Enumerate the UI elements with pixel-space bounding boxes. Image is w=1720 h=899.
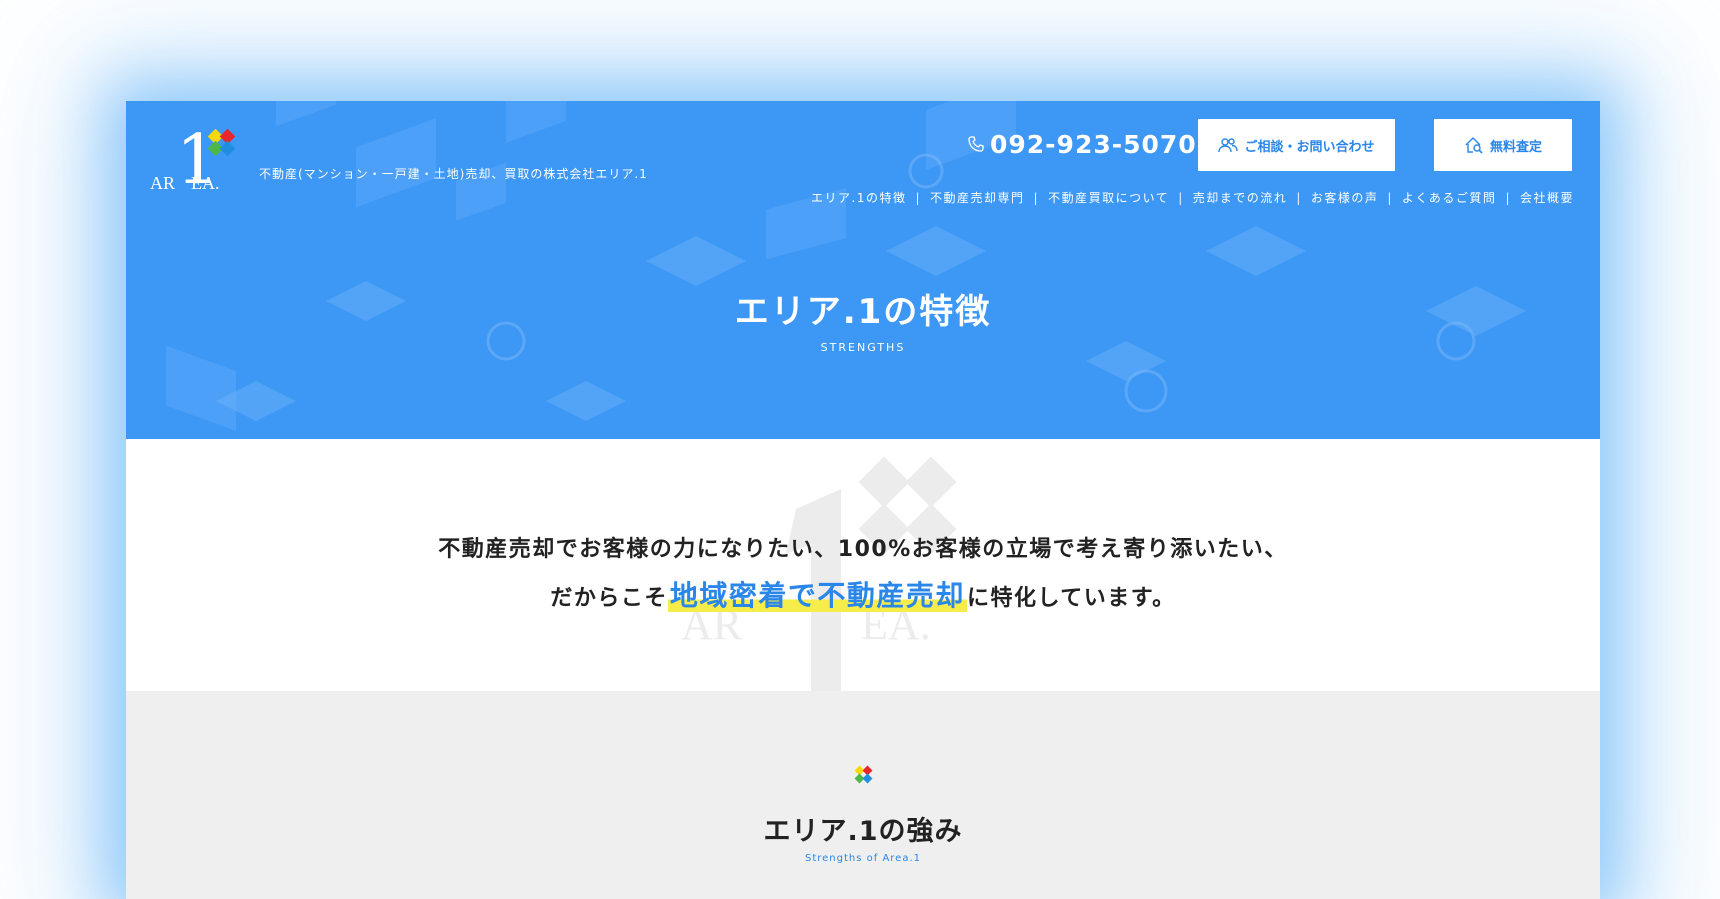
nav-item-faq[interactable]: よくあるご質問 — [1402, 189, 1497, 206]
company-logo[interactable]: 1 AR EA. — [150, 127, 240, 211]
strengths-section: エリア.1の強み Strengths of Area.1 — [126, 691, 1600, 899]
hero-header: 1 AR EA. 不動産(マンション・一戸建・土地)売却、買取の株式会社エリア.… — [126, 101, 1600, 439]
logo-watermark: AR EA. — [681, 456, 957, 691]
nav-separator: | — [1387, 190, 1393, 205]
nav-separator: | — [1033, 190, 1040, 205]
nav-separator: | — [915, 190, 922, 205]
nav-item-company[interactable]: 会社概要 — [1520, 189, 1574, 206]
contact-button-label: ご相談・お問い合わせ — [1244, 139, 1375, 155]
intro-line-2-prefix: だからこそ — [550, 586, 668, 611]
nav-item-features[interactable]: エリア.1の特徴 — [811, 189, 906, 206]
nav-separator: | — [1505, 190, 1511, 205]
strengths-subtitle: Strengths of Area.1 — [804, 853, 922, 864]
nav-item-sales-specialist[interactable]: 不動産売却専門 — [930, 189, 1025, 206]
intro-line-2: だからこそ地域密着で不動産売却に特化しています。 — [126, 574, 1600, 614]
phone-number[interactable]: 092-923-5070 — [968, 129, 1197, 159]
logo-text-right: EA. — [191, 173, 220, 193]
site-tagline: 不動産(マンション・一戸建・土地)売却、買取の株式会社エリア.1 — [259, 167, 648, 181]
nav-separator: | — [1296, 190, 1302, 205]
nav-separator: | — [1178, 190, 1184, 205]
intro-line-1: 不動産売却でお客様の力になりたい、100%お客様の立場で考え寄り添いたい、 — [438, 537, 1288, 562]
people-icon — [1218, 138, 1239, 153]
intro-section: AR EA. 不動産売却でお客様の力になりたい、100%お客様の立場で考え寄り添… — [126, 439, 1600, 691]
contact-button[interactable]: ご相談・お問い合わせ — [1198, 119, 1395, 171]
page-subtitle: STRENGTHS — [820, 341, 906, 354]
page-frame: 1 AR EA. 不動産(マンション・一戸建・土地)売却、買取の株式会社エリア.… — [126, 101, 1600, 899]
free-assessment-button[interactable]: 無料査定 — [1434, 119, 1572, 171]
section-diamonds-icon — [854, 765, 873, 784]
intro-highlight: 地域密着で不動産売却 — [667, 579, 967, 612]
phone-icon — [968, 136, 984, 152]
nav-item-purchase[interactable]: 不動産買取について — [1048, 189, 1169, 206]
house-search-icon — [1465, 137, 1483, 154]
intro-line-2-suffix: に特化しています。 — [966, 586, 1176, 611]
phone-number-text: 092-923-5070 — [990, 129, 1197, 159]
global-nav: エリア.1の特徴 | 不動産売却専門 | 不動産買取について | 売却までの流れ… — [811, 189, 1574, 206]
nav-item-flow[interactable]: 売却までの流れ — [1193, 189, 1288, 206]
strengths-title: エリア.1の強み — [763, 816, 963, 847]
page-title: エリア.1の特徴 — [734, 292, 992, 332]
nav-item-voices[interactable]: お客様の声 — [1311, 189, 1379, 206]
logo-text-left: AR — [150, 173, 176, 193]
free-assessment-button-label: 無料査定 — [1489, 139, 1542, 155]
